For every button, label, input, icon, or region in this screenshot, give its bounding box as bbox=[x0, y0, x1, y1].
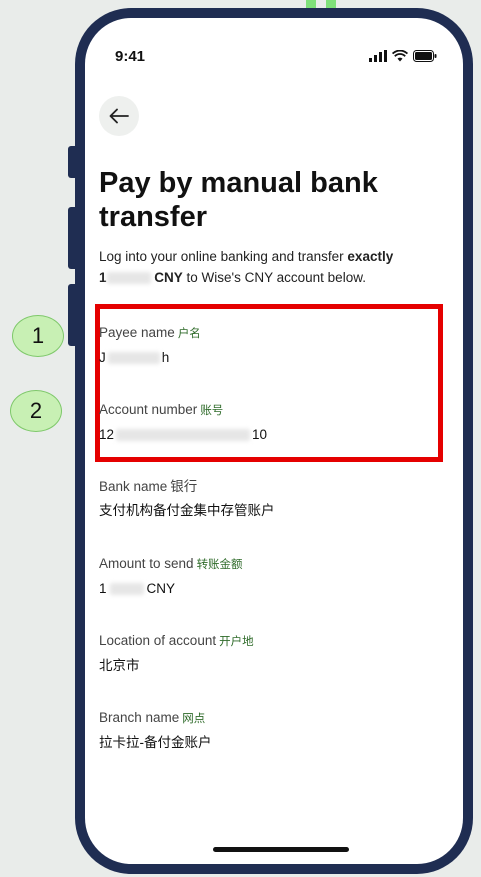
instructions-text: Log into your online banking and transfe… bbox=[99, 246, 439, 288]
branch-label-cn: 网点 bbox=[182, 713, 206, 725]
decor-green-mark bbox=[306, 0, 316, 8]
amount-value-end: CNY bbox=[146, 581, 176, 596]
amount-start: 1 bbox=[99, 270, 107, 285]
battery-icon bbox=[413, 50, 437, 62]
wifi-icon bbox=[392, 50, 408, 62]
location-label-cn: 开户地 bbox=[219, 636, 254, 648]
field-amount-to-send: Amount to send 转账金额 1 CNY bbox=[99, 555, 243, 598]
amount-label: Amount to send bbox=[99, 556, 194, 571]
decor-green-mark bbox=[326, 0, 336, 8]
amount-currency: CNY bbox=[154, 270, 183, 285]
callout-1: 1 bbox=[12, 315, 64, 357]
instructions-suffix: to Wise's CNY account below. bbox=[182, 270, 366, 285]
back-button[interactable] bbox=[99, 96, 139, 136]
signal-icon bbox=[369, 50, 387, 62]
location-label: Location of account bbox=[99, 633, 217, 648]
callout-2: 2 bbox=[10, 390, 62, 432]
status-time: 9:41 bbox=[115, 48, 146, 65]
instructions-emphasis: exactly bbox=[347, 249, 394, 264]
bank-name-label-cn: 银行 bbox=[170, 479, 198, 494]
status-icons bbox=[369, 50, 437, 62]
payee-name-label-cn: 户名 bbox=[177, 328, 201, 340]
payee-name-start: J bbox=[99, 350, 106, 365]
field-account-number: Account number 账号 12 10 bbox=[99, 401, 267, 444]
field-branch-name: Branch name 网点 拉卡拉-备付金账户 bbox=[99, 709, 212, 752]
payee-name-label: Payee name bbox=[99, 325, 175, 340]
bank-name-label: Bank name bbox=[99, 479, 168, 494]
amount-label-cn: 转账金额 bbox=[196, 559, 243, 571]
branch-label: Branch name bbox=[99, 710, 180, 725]
account-number-label: Account number bbox=[99, 402, 198, 417]
field-location: Location of account 开户地 北京市 bbox=[99, 632, 254, 675]
arrow-left-icon bbox=[109, 108, 129, 124]
payee-name-end: h bbox=[161, 350, 170, 365]
home-indicator bbox=[213, 847, 349, 852]
redacted-payee bbox=[107, 352, 160, 365]
field-payee-name: Payee name 户名 Jh bbox=[99, 324, 201, 367]
redacted-amount bbox=[106, 272, 151, 285]
location-value: 北京市 bbox=[99, 658, 140, 673]
page-title: Pay by manual bank transfer bbox=[99, 167, 378, 233]
stage: 9:41 Pay by manual bank transfer Log int… bbox=[0, 0, 481, 877]
field-bank-name: Bank name 银行 支付机构备付金集中存管账户 bbox=[99, 478, 275, 520]
account-number-end: 10 bbox=[252, 427, 268, 442]
phone-frame: 9:41 Pay by manual bank transfer Log int… bbox=[75, 8, 473, 874]
account-number-start: 12 bbox=[99, 427, 115, 442]
phone-screen: 9:41 Pay by manual bank transfer Log int… bbox=[85, 18, 463, 864]
account-number-label-cn: 账号 bbox=[200, 405, 224, 417]
bank-name-value: 支付机构备付金集中存管账户 bbox=[99, 503, 275, 518]
redacted-account bbox=[116, 429, 251, 442]
redacted-amount-value bbox=[109, 583, 144, 596]
amount-value-start: 1 bbox=[99, 581, 107, 596]
instructions-prefix: Log into your online banking and transfe… bbox=[99, 249, 348, 264]
branch-value: 拉卡拉-备付金账户 bbox=[99, 735, 212, 750]
